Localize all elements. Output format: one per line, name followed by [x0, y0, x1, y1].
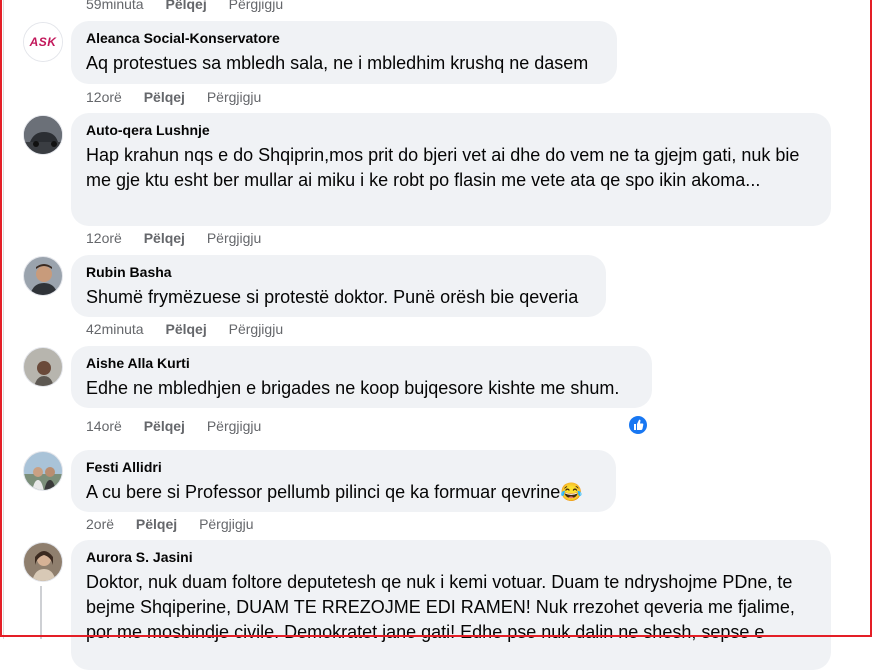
thread-connector-line: [40, 586, 42, 639]
avatar[interactable]: [23, 451, 63, 491]
comment-bubble: Festi Allidri A cu bere si Professor pel…: [71, 450, 616, 512]
comment-bubble: Aishe Alla Kurti Edhe ne mbledhjen e bri…: [71, 346, 652, 408]
reply-button[interactable]: Përgjigju: [199, 516, 253, 532]
comment-meta-row: 12orë Pëlqej Përgjigju: [86, 88, 279, 106]
comment-time[interactable]: 59minuta: [86, 0, 144, 12]
comment-author[interactable]: Auto-qera Lushnje: [86, 121, 816, 139]
reply-button[interactable]: Përgjigju: [207, 89, 261, 105]
comment-bubble: Aurora S. Jasini Doktor, nuk duam foltor…: [71, 540, 831, 670]
like-button[interactable]: Pëlqej: [136, 516, 177, 532]
like-button[interactable]: Pëlqej: [144, 230, 185, 246]
comment-text: Edhe ne mbledhjen e brigades ne koop buj…: [86, 378, 620, 398]
comment-bubble: Auto-qera Lushnje Hap krahun nqs e do Sh…: [71, 113, 831, 226]
like-button[interactable]: Pëlqej: [165, 321, 206, 337]
comment-meta-row: 14orë Pëlqej Përgjigju: [86, 417, 279, 435]
comment-time[interactable]: 12orë: [86, 89, 122, 105]
left-divider: [3, 0, 4, 639]
comment-meta-row: 59minuta Pëlqej Përgjigju: [86, 0, 301, 13]
reply-button[interactable]: Përgjigju: [207, 418, 261, 434]
like-button[interactable]: Pëlqej: [144, 418, 185, 434]
comment-author[interactable]: Aleanca Social-Konservatore: [86, 29, 602, 47]
comment-meta-row: 2orë Pëlqej Përgjigju: [86, 515, 272, 533]
comment-text-body: A cu bere si Professor pellumb pilinci q…: [86, 482, 561, 502]
like-button[interactable]: Pëlqej: [144, 89, 185, 105]
laughing-emoji-icon: 😂: [560, 482, 583, 502]
comment-meta-row: 12orë Pëlqej Përgjigju: [86, 229, 279, 247]
avatar[interactable]: [23, 542, 63, 582]
reaction-like-icon[interactable]: [627, 414, 649, 436]
comment-bubble: Aleanca Social-Konservatore Aq protestue…: [71, 21, 617, 84]
avatar[interactable]: [23, 256, 63, 296]
reply-button[interactable]: Përgjigju: [229, 321, 283, 337]
comment-time[interactable]: 12orë: [86, 230, 122, 246]
comment-bubble: Rubin Basha Shumë frymëzuese si protestë…: [71, 255, 606, 317]
comment-time[interactable]: 2orë: [86, 516, 114, 532]
comment-author[interactable]: Rubin Basha: [86, 263, 591, 281]
comment-text: Aq protestues sa mbledh sala, ne i mbled…: [86, 53, 589, 73]
ask-logo-text: ASK: [29, 35, 57, 49]
like-button[interactable]: Pëlqej: [165, 0, 206, 12]
comment-text: Doktor, nuk duam foltore deputetesh qe n…: [86, 572, 795, 642]
comment-text: Hap krahun nqs e do Shqiprin,mos prit do…: [86, 145, 800, 190]
comment-author[interactable]: Aurora S. Jasini: [86, 548, 816, 566]
comment-time[interactable]: 14orë: [86, 418, 122, 434]
comment-text: Shumë frymëzuese si protestë doktor. Pun…: [86, 287, 579, 307]
comment-time[interactable]: 42minuta: [86, 321, 144, 337]
comment-meta-row: 42minuta Pëlqej Përgjigju: [86, 320, 301, 338]
avatar[interactable]: ASK: [23, 22, 63, 62]
reply-button[interactable]: Përgjigju: [229, 0, 283, 12]
avatar[interactable]: [23, 115, 63, 155]
comment-author[interactable]: Festi Allidri: [86, 458, 601, 476]
comment-author[interactable]: Aishe Alla Kurti: [86, 354, 637, 372]
avatar[interactable]: [23, 347, 63, 387]
reply-button[interactable]: Përgjigju: [207, 230, 261, 246]
comment-text: A cu bere si Professor pellumb pilinci q…: [86, 480, 601, 505]
